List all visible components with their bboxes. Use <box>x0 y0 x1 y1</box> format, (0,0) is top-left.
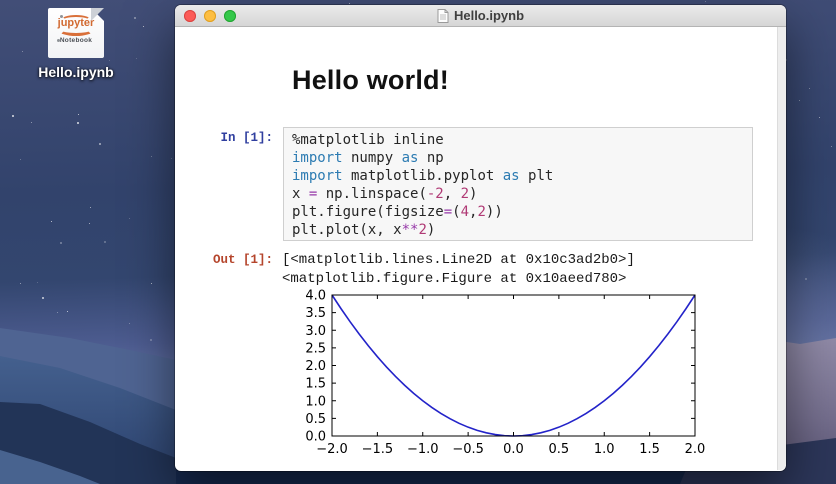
svg-text:1.0: 1.0 <box>594 442 615 457</box>
svg-text:0.5: 0.5 <box>305 412 326 427</box>
document-icon <box>437 8 449 23</box>
matplotlib-figure: −2.0 −1.5 −1.0 −0.5 0.0 0.5 1.0 1.5 2.00.00.51.0… <box>305 289 706 458</box>
svg-text:1.5: 1.5 <box>639 442 660 457</box>
svg-text:1.5: 1.5 <box>305 377 326 392</box>
markdown-heading: Hello world! <box>292 65 449 95</box>
scrollbar-track[interactable] <box>777 27 786 470</box>
svg-text:−1.5: −1.5 <box>362 442 394 457</box>
svg-text:2.0: 2.0 <box>305 359 326 374</box>
svg-text:0.5: 0.5 <box>549 442 570 457</box>
svg-text:4.0: 4.0 <box>305 289 326 304</box>
desktop: jupyter Notebook Hello.ipynb Hello.ipynb… <box>0 0 836 484</box>
desktop-file-label: Hello.ipynb <box>38 64 114 80</box>
code-cell[interactable]: %matplotlib inline import numpy as np impo… <box>283 127 753 241</box>
svg-text:−1.0: −1.0 <box>407 442 439 457</box>
notebook-content: Hello world! In [1]: %matplotlib inline i… <box>175 27 786 470</box>
code-editor[interactable]: %matplotlib inline import numpy as np impo… <box>284 128 752 242</box>
svg-text:2.5: 2.5 <box>305 341 326 356</box>
zoom-button[interactable] <box>224 9 236 22</box>
input-prompt: In [1]: <box>220 131 273 145</box>
svg-text:0.0: 0.0 <box>305 430 326 445</box>
output-prompt: Out [1]: <box>212 253 273 267</box>
jupyter-logo-dot <box>57 39 60 42</box>
svg-text:−0.5: −0.5 <box>452 442 484 457</box>
jupyter-logo-dot <box>60 15 63 18</box>
svg-text:0.0: 0.0 <box>503 442 524 457</box>
svg-text:3.0: 3.0 <box>305 324 326 339</box>
svg-text:1.0: 1.0 <box>305 394 326 409</box>
close-button[interactable] <box>184 9 196 22</box>
output-text: [<matplotlib.lines.Line2D at 0x10c3ad2b0… <box>282 252 635 287</box>
window-titlebar[interactable]: Hello.ipynb <box>175 5 786 27</box>
folded-corner <box>91 8 104 21</box>
minimize-button[interactable] <box>204 9 216 22</box>
svg-text:3.5: 3.5 <box>305 306 326 321</box>
desktop-file-hello-ipynb[interactable]: jupyter Notebook Hello.ipynb <box>30 8 122 80</box>
notebook-window: Hello.ipynb Hello world! In [1]: %matplo… <box>175 5 786 471</box>
output-plot: −2.0 −1.5 −1.0 −0.5 0.0 0.5 1.0 1.5 2.0 0.0 0.5 1.0… <box>295 287 725 467</box>
window-title: Hello.ipynb <box>453 8 525 23</box>
svg-text:2.0: 2.0 <box>685 442 706 457</box>
